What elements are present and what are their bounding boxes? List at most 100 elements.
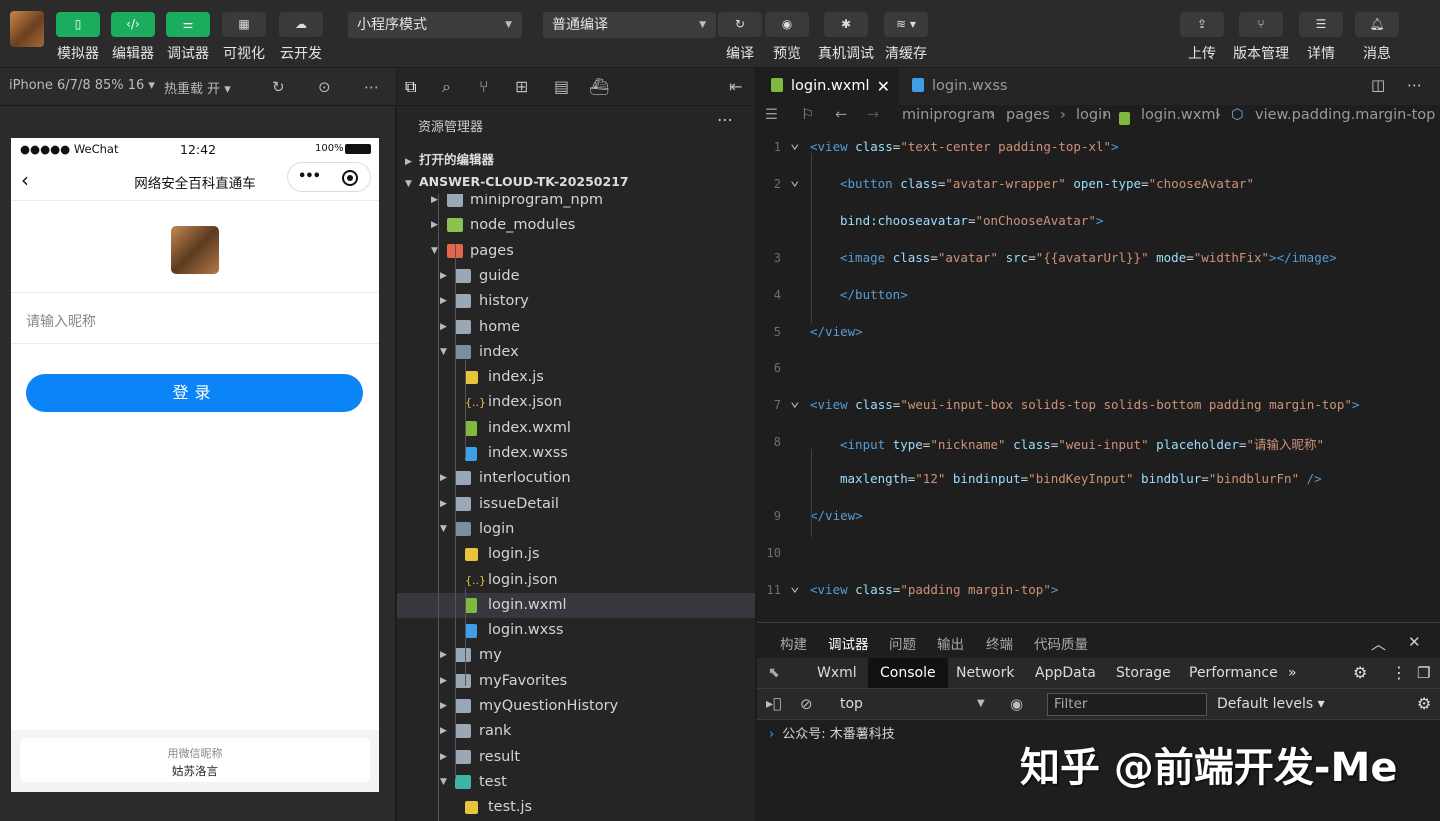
tree-item-rank[interactable]: ▶ rank: [397, 719, 755, 744]
tree-item-history[interactable]: ▶ history: [397, 289, 755, 314]
chevron-down-icon[interactable]: ▼: [431, 239, 438, 264]
tab-code-quality[interactable]: 代码质量: [1034, 633, 1088, 653]
files-icon[interactable]: ⧉: [405, 77, 416, 97]
kebab-icon[interactable]: ⋮: [1391, 658, 1407, 688]
breadcrumb-item[interactable]: miniprogram: [902, 107, 995, 123]
chevron-right-icon[interactable]: ▶: [440, 669, 447, 694]
tab-login-wxml[interactable]: login.wxml ✕: [757, 68, 898, 105]
tab-console[interactable]: Console: [868, 658, 948, 688]
forward-icon[interactable]: →: [867, 107, 879, 123]
hot-reload-select[interactable]: 热重载 开 ▾: [164, 78, 231, 97]
tree-item-test-js[interactable]: test.js: [397, 795, 755, 820]
chevron-right-icon[interactable]: ▶: [440, 492, 447, 517]
tab-wxml[interactable]: Wxml: [817, 658, 857, 688]
breadcrumb-item[interactable]: pages: [1006, 107, 1050, 123]
upload-button[interactable]: ⇪ 上传: [1180, 12, 1224, 68]
split-editor-icon[interactable]: ◫: [1371, 76, 1385, 94]
device-select[interactable]: iPhone 6/7/8 85% 16 ▾: [9, 78, 155, 93]
remote-debug-button[interactable]: ✱ 真机调试: [818, 12, 874, 68]
tree-item-login-wxss[interactable]: login.wxss: [397, 618, 755, 643]
tree-item-issuedetail[interactable]: ▶ issueDetail: [397, 492, 755, 517]
tab-problems[interactable]: 问题: [889, 633, 916, 653]
tree-item-login-json[interactable]: {..} login.json: [397, 568, 755, 593]
capsule-menu[interactable]: •••: [287, 162, 371, 192]
compile-select[interactable]: 普通编译 ▼: [543, 12, 716, 38]
breadcrumb-item[interactable]: login.wxml: [1141, 107, 1220, 123]
docker-icon[interactable]: ⛴: [589, 77, 609, 96]
tree-item-index-js[interactable]: index.js: [397, 365, 755, 390]
tree-item-login-wxml[interactable]: login.wxml: [397, 592, 755, 618]
visual-button[interactable]: ▦ 可视化: [222, 12, 266, 68]
close-circle-icon[interactable]: [342, 170, 358, 186]
open-editors-section[interactable]: ▶ 打开的编辑器: [405, 149, 494, 168]
chevron-right-icon[interactable]: ▶: [431, 213, 438, 238]
user-avatar[interactable]: [10, 11, 44, 47]
tree-item-index[interactable]: ▼ index: [397, 340, 755, 365]
storage-icon[interactable]: ▤: [554, 77, 569, 96]
more-icon[interactable]: ⋯: [717, 110, 733, 129]
tree-item-my[interactable]: ▶ my: [397, 643, 755, 668]
tree-item-index-json[interactable]: {..} index.json: [397, 390, 755, 415]
sidebar-toggle-icon[interactable]: ▸⃞: [766, 689, 781, 719]
chevron-down-icon[interactable]: ▼: [440, 517, 447, 542]
fold-chevron-icon[interactable]: ⌄: [790, 391, 800, 410]
tab-terminal[interactable]: 终端: [986, 633, 1013, 653]
inspect-icon[interactable]: ⬉: [768, 658, 780, 688]
tree-item-login[interactable]: ▼ login: [397, 517, 755, 542]
source-control-icon[interactable]: ⑂: [479, 77, 489, 96]
fold-chevron-icon[interactable]: ⌄: [790, 170, 800, 189]
preview-button[interactable]: ◉ 预览: [765, 12, 809, 68]
tab-storage[interactable]: Storage: [1116, 658, 1171, 688]
project-section[interactable]: ▼ ANSWER-CLOUD-TK-20250217: [405, 174, 629, 189]
tree-item-guide[interactable]: ▶ guide: [397, 264, 755, 289]
chevron-right-icon[interactable]: ▶: [440, 264, 447, 289]
filter-input[interactable]: Filter: [1047, 693, 1207, 716]
chevron-right-icon[interactable]: ▶: [440, 466, 447, 491]
chevron-down-icon[interactable]: ▼: [977, 689, 985, 719]
collapse-panel-icon[interactable]: ⇤: [729, 77, 742, 96]
tree-item-myfavorites[interactable]: ▶ myFavorites: [397, 669, 755, 694]
tab-build[interactable]: 构建: [780, 633, 807, 653]
tab-network[interactable]: Network: [956, 658, 1014, 688]
nickname-input[interactable]: 请输入昵称: [26, 311, 96, 331]
levels-select[interactable]: Default levels ▾: [1217, 689, 1325, 719]
tab-debugger[interactable]: 调试器: [828, 633, 869, 653]
back-icon[interactable]: ←: [835, 107, 847, 123]
more-dots-icon[interactable]: •••: [298, 169, 321, 184]
debugger-button[interactable]: ⚌ 调试器: [166, 12, 210, 68]
tree-item-interlocution[interactable]: ▶ interlocution: [397, 466, 755, 491]
tree-item-miniprogram-npm[interactable]: ▶ miniprogram_npm: [397, 194, 755, 213]
mode-select[interactable]: 小程序模式 ▼: [348, 12, 522, 38]
fold-chevron-icon[interactable]: ⌄: [790, 133, 800, 152]
eye-icon[interactable]: ◉: [1010, 689, 1023, 719]
chevron-right-icon[interactable]: ▶: [440, 694, 447, 719]
breadcrumb-item[interactable]: view.padding.margin-top: [1255, 107, 1435, 123]
cloud-dev-button[interactable]: ☁ 云开发: [279, 12, 323, 68]
more-icon[interactable]: ⋯: [364, 78, 379, 96]
chevron-down-icon[interactable]: ▼: [440, 770, 447, 795]
tree-item-login-js[interactable]: login.js: [397, 542, 755, 567]
clear-console-icon[interactable]: ⊘: [800, 689, 813, 719]
gear-icon[interactable]: ⚙: [1353, 658, 1367, 688]
chevron-right-icon[interactable]: ▶: [440, 745, 447, 770]
collapse-icon[interactable]: ︿: [1371, 633, 1386, 654]
tree-item-home[interactable]: ▶ home: [397, 315, 755, 340]
close-icon[interactable]: ✕: [1408, 633, 1421, 651]
avatar-button[interactable]: [171, 226, 219, 274]
version-button[interactable]: ⑂ 版本管理: [1233, 12, 1289, 68]
chevron-right-icon[interactable]: ▶: [431, 194, 438, 213]
editor-button[interactable]: ‹/› 编辑器: [111, 12, 155, 68]
chevron-down-icon[interactable]: ▼: [440, 340, 447, 365]
details-button[interactable]: ☰ 详情: [1299, 12, 1343, 68]
list-icon[interactable]: ☰: [765, 107, 778, 123]
gear-icon[interactable]: ⚙: [1417, 689, 1431, 719]
tree-item-index-wxss[interactable]: index.wxss: [397, 441, 755, 466]
tab-output[interactable]: 输出: [937, 633, 964, 653]
tab-appdata[interactable]: AppData: [1035, 658, 1096, 688]
tree-item-myquestionhistory[interactable]: ▶ myQuestionHistory: [397, 694, 755, 719]
tree-item-index-wxml[interactable]: index.wxml: [397, 416, 755, 441]
tree-item-node-modules[interactable]: ▶ node_modules: [397, 213, 755, 238]
clear-cache-button[interactable]: ≋ ▾ 清缓存: [884, 12, 928, 68]
stop-icon[interactable]: ⊙: [318, 78, 331, 96]
rotate-icon[interactable]: ↻: [272, 78, 285, 96]
